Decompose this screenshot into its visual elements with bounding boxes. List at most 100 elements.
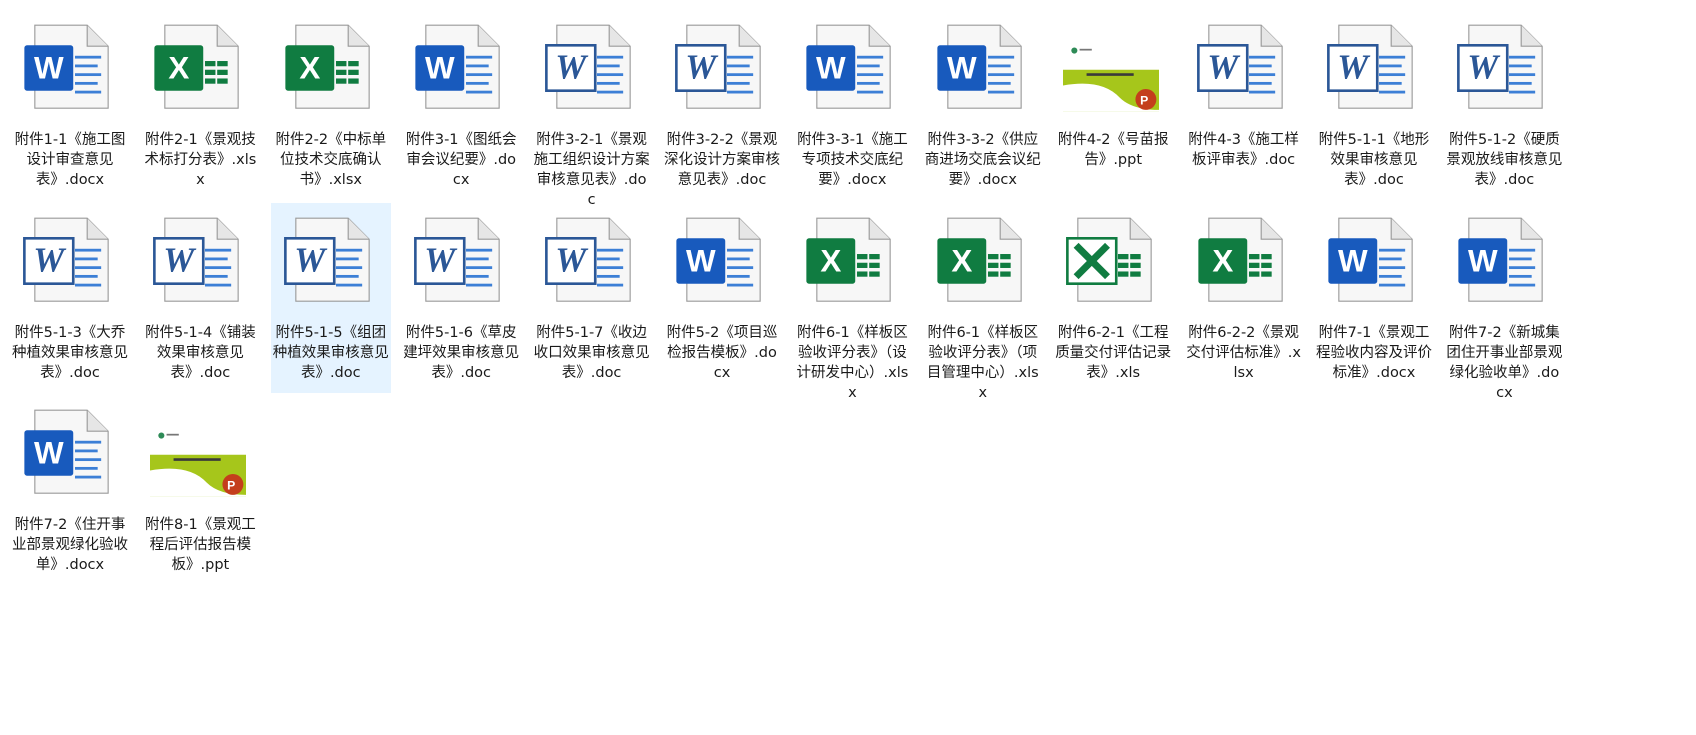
svg-text:W: W [1468, 243, 1498, 278]
file-item[interactable]: W 附件5-1-6《草皮建坪效果审核意见表》.doc [401, 203, 521, 393]
word-docx-icon: W [802, 18, 898, 118]
file-item[interactable]: W 附件4-3《施工样板评审表》.doc [1184, 10, 1304, 200]
file-item[interactable]: X 附件2-2《中标单位技术交底确认书》.xlsx [271, 10, 391, 200]
svg-text:X: X [299, 50, 320, 85]
svg-text:W: W [34, 435, 64, 470]
svg-text:X: X [951, 243, 972, 278]
file-name: 附件7-2《住开事业部景观绿化验收单》.docx [12, 517, 128, 573]
svg-text:W: W [555, 240, 589, 279]
file-name: 附件8-1《景观工程后评估报告模板》.ppt [145, 517, 256, 573]
excel-xls-icon [1063, 211, 1159, 311]
word-docx-icon: W [672, 211, 768, 311]
file-item[interactable]: X 附件6-1《样板区验收评分表》（项目管理中心）.xlsx [923, 203, 1043, 401]
file-item[interactable]: W 附件7-2《住开事业部景观绿化验收单》.docx [10, 395, 130, 585]
file-item[interactable]: W 附件7-2《新城集团住开事业部景观绿化验收单》.docx [1444, 203, 1564, 401]
file-item[interactable]: W 附件5-2《项目巡检报告模板》.docx [662, 203, 782, 393]
file-item[interactable]: W 附件7-1《景观工程验收内容及评价标准》.docx [1314, 203, 1434, 393]
svg-text:W: W [34, 50, 64, 85]
file-item[interactable]: 附件6-2-1《工程质量交付评估记录表》.xls [1053, 203, 1173, 393]
ppt-thumbnail-icon: P [150, 403, 247, 503]
word-docx-icon: W [933, 18, 1029, 118]
excel-xlsx-icon: X [150, 18, 246, 118]
word-doc-icon: W [542, 18, 638, 118]
word-doc-icon: W [150, 211, 246, 311]
svg-text:X: X [169, 50, 190, 85]
file-name: 附件3-1《图纸会审会议纪要》.docx [405, 132, 517, 188]
file-item[interactable]: W 附件5-1-7《收边收口效果审核意见表》.doc [532, 203, 652, 393]
file-item[interactable]: W 附件5-1-5《组团种植效果审核意见表》.doc [270, 202, 391, 393]
file-name: 附件5-1-4《铺装效果审核意见表》.doc [145, 324, 256, 381]
file-item[interactable]: W 附件5-1-4《铺装效果审核意见表》.doc [140, 203, 260, 393]
svg-text:W: W [164, 240, 198, 279]
excel-xlsx-icon: X [802, 211, 898, 311]
word-doc-icon: W [281, 211, 377, 311]
word-docx-icon: W [1324, 211, 1420, 311]
svg-text:W: W [1468, 47, 1502, 86]
svg-text:W: W [1337, 47, 1371, 86]
excel-xlsx-icon: X [1194, 211, 1290, 311]
file-name: 附件7-1《景观工程验收内容及评价标准》.docx [1316, 324, 1432, 381]
word-doc-icon: W [1454, 18, 1550, 118]
svg-text:P: P [227, 479, 235, 493]
svg-text:W: W [947, 50, 977, 85]
file-item[interactable]: P 附件8-1《景观工程后评估报告模板》.ppt [140, 395, 260, 585]
file-name: 附件5-1-1《地形效果审核意见表》.doc [1318, 132, 1430, 188]
svg-text:W: W [424, 240, 458, 279]
file-item[interactable]: W 附件5-1-3《大乔种植效果审核意见表》.doc [10, 203, 130, 393]
svg-text:X: X [821, 243, 842, 278]
svg-text:W: W [816, 50, 846, 85]
word-docx-icon: W [20, 403, 116, 503]
svg-text:P: P [1140, 94, 1148, 108]
file-item[interactable]: W 附件1-1《施工图设计审查意见表》.docx [10, 10, 130, 200]
file-item[interactable]: W 附件5-1-2《硬质景观放线审核意见表》.doc [1444, 10, 1564, 200]
svg-text:W: W [685, 47, 719, 86]
file-name: 附件5-1-2《硬质景观放线审核意见表》.doc [1446, 132, 1563, 188]
file-name: 附件6-1《样板区验收评分表》（设计研发中心）.xlsx [796, 324, 909, 401]
svg-text:W: W [1338, 243, 1368, 278]
file-item[interactable]: X 附件2-1《景观技术标打分表》.xlsx [140, 10, 260, 200]
svg-text:W: W [686, 243, 716, 278]
file-name: 附件5-1-5《组团种植效果审核意见表》.doc [272, 324, 389, 381]
file-name: 附件3-2-1《景观施工组织设计方案审核意见表》.doc [533, 132, 650, 208]
file-name: 附件2-2《中标单位技术交底确认书》.xlsx [275, 132, 387, 188]
file-name: 附件3-3-2《供应商进场交底会议纪要》.docx [924, 132, 1041, 188]
word-doc-icon: W [672, 18, 768, 118]
file-name: 附件6-2-2《景观交付评估标准》.xlsx [1186, 324, 1301, 381]
excel-xlsx-icon: X [281, 18, 377, 118]
word-doc-icon: W [1194, 18, 1290, 118]
file-item[interactable]: X 附件6-1《样板区验收评分表》（设计研发中心）.xlsx [792, 203, 912, 401]
file-item[interactable]: W 附件5-1-1《地形效果审核意见表》.doc [1314, 10, 1434, 200]
word-docx-icon: W [20, 18, 116, 118]
file-name: 附件3-2-2《景观深化设计方案审核意见表》.doc [664, 132, 780, 188]
file-name: 附件5-2《项目巡检报告模板》.docx [666, 324, 778, 381]
file-item[interactable]: X 附件6-2-2《景观交付评估标准》.xlsx [1184, 203, 1304, 393]
file-name: 附件5-1-3《大乔种植效果审核意见表》.doc [12, 324, 128, 381]
file-name: 附件4-2《号苗报告》.ppt [1057, 132, 1169, 168]
svg-text:W: W [294, 240, 328, 279]
svg-text:W: W [425, 50, 455, 85]
file-name: 附件7-2《新城集团住开事业部景观绿化验收单》.docx [1446, 324, 1563, 401]
file-name: 附件4-3《施工样板评审表》.doc [1188, 132, 1299, 168]
file-name: 附件5-1-6《草皮建坪效果审核意见表》.doc [403, 324, 520, 381]
file-name: 附件1-1《施工图设计审查意见表》.docx [14, 132, 126, 188]
file-item[interactable]: W 附件3-2-2《景观深化设计方案审核意见表》.doc [662, 10, 782, 200]
word-doc-icon: W [542, 211, 638, 311]
file-name: 附件3-3-1《施工专项技术交底纪要》.docx [797, 132, 908, 188]
file-name: 附件5-1-7《收边收口效果审核意见表》.doc [533, 324, 650, 381]
file-name: 附件6-1《样板区验收评分表》（项目管理中心）.xlsx [926, 324, 1039, 401]
svg-text:W: W [33, 240, 67, 279]
excel-xlsx-icon: X [933, 211, 1029, 311]
ppt-thumbnail-icon: P [1063, 18, 1160, 118]
svg-text:W: W [555, 47, 589, 86]
file-name: 附件2-1《景观技术标打分表》.xlsx [144, 132, 257, 188]
svg-text:X: X [1212, 243, 1233, 278]
file-item[interactable]: W 附件3-3-2《供应商进场交底会议纪要》.docx [923, 10, 1043, 200]
word-docx-icon: W [411, 18, 507, 118]
file-item[interactable]: P 附件4-2《号苗报告》.ppt [1053, 10, 1173, 200]
word-doc-icon: W [20, 211, 116, 311]
file-item[interactable]: W 附件3-3-1《施工专项技术交底纪要》.docx [792, 10, 912, 200]
word-doc-icon: W [411, 211, 507, 311]
file-item[interactable]: W 附件3-1《图纸会审会议纪要》.docx [401, 10, 521, 200]
word-docx-icon: W [1454, 211, 1550, 311]
file-item[interactable]: W 附件3-2-1《景观施工组织设计方案审核意见表》.doc [532, 10, 652, 208]
